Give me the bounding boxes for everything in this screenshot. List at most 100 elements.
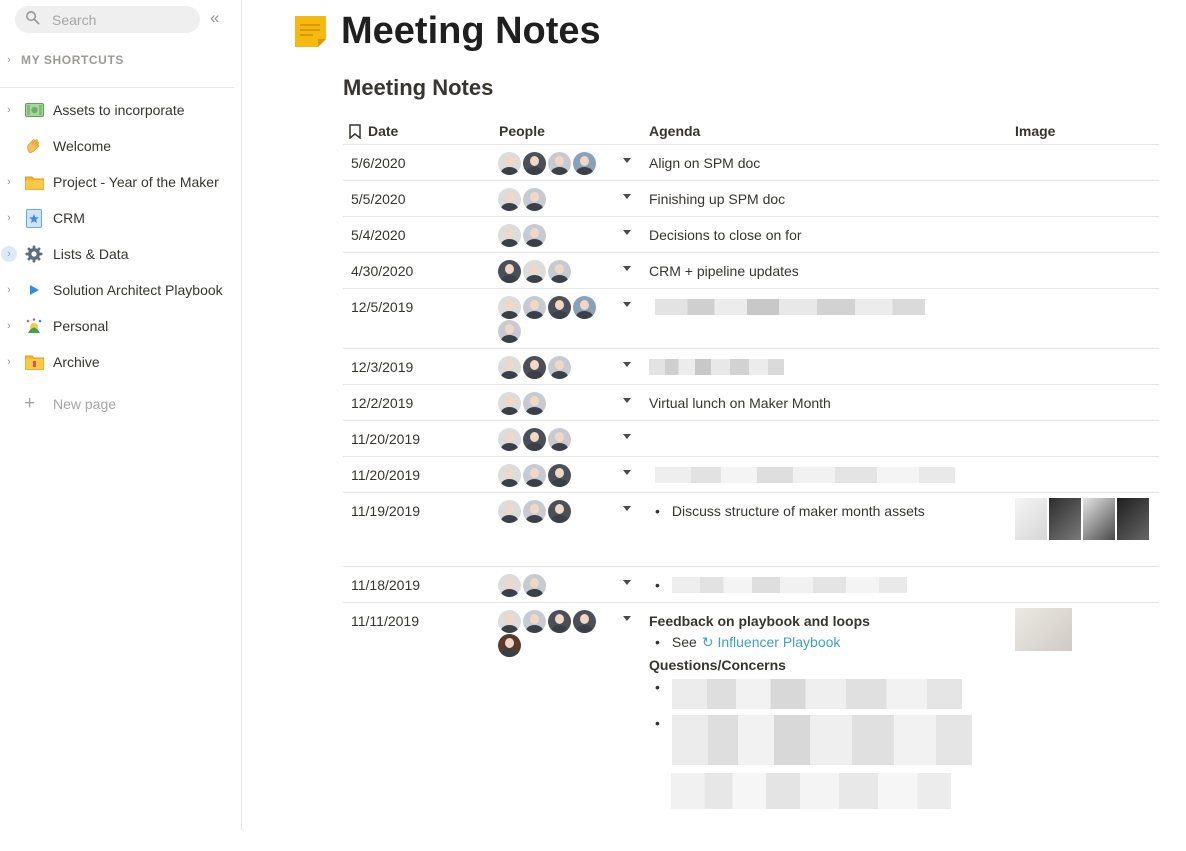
- sidebar-item-solution-architect-playbook[interactable]: › Solution Architect Playbook: [0, 277, 240, 303]
- table-row[interactable]: 11/20/2019: [343, 457, 1159, 493]
- shortcuts-section[interactable]: › MY SHORTCUTS: [0, 51, 240, 69]
- people-cell[interactable]: [498, 152, 603, 176]
- agenda-cell[interactable]: Decisions to close on for: [649, 227, 999, 243]
- table-row[interactable]: 5/4/2020 Decisions to close on for: [343, 217, 1159, 253]
- agenda-cell[interactable]: Feedback on playbook and loops • See ↻ I…: [649, 613, 999, 812]
- column-header-agenda[interactable]: Agenda: [649, 123, 700, 139]
- column-label: Date: [368, 123, 399, 139]
- chevron-right-icon[interactable]: ›: [2, 54, 16, 66]
- agenda-cell[interactable]: Virtual lunch on Maker Month: [649, 395, 999, 411]
- avatar: [573, 610, 596, 633]
- agenda-cell[interactable]: • Discuss structure of maker month assets: [649, 503, 999, 519]
- search-input[interactable]: Search: [15, 6, 200, 33]
- image-thumbnail[interactable]: [1015, 608, 1072, 651]
- sticky-note-icon[interactable]: [294, 15, 327, 48]
- chevron-down-icon[interactable]: [623, 194, 631, 199]
- table-row[interactable]: 12/2/2019 Virtual lunch on Maker Month: [343, 385, 1159, 421]
- people-cell[interactable]: [498, 392, 603, 416]
- date-cell: 4/30/2020: [351, 263, 414, 279]
- redacted-text: [671, 715, 972, 765]
- sidebar-item-archive[interactable]: › Archive: [0, 349, 240, 375]
- avatar: [498, 500, 521, 523]
- column-header-image[interactable]: Image: [1015, 123, 1055, 139]
- avatar: [498, 634, 521, 657]
- people-cell[interactable]: [498, 188, 603, 212]
- table-row[interactable]: 5/6/2020 Align on SPM doc: [343, 145, 1159, 181]
- table-row[interactable]: 11/18/2019 •: [343, 567, 1159, 603]
- chevron-down-icon[interactable]: [623, 362, 631, 367]
- new-page-button[interactable]: + New page: [24, 393, 116, 415]
- avatar: [498, 260, 521, 283]
- chevron-down-icon[interactable]: [623, 434, 631, 439]
- chevron-right-icon[interactable]: ›: [1, 354, 17, 370]
- chevron-down-icon[interactable]: [623, 302, 631, 307]
- chevron-right-icon[interactable]: ›: [1, 282, 17, 298]
- avatar: [523, 574, 546, 597]
- column-header-people[interactable]: People: [499, 123, 545, 139]
- table-row[interactable]: 11/20/2019: [343, 421, 1159, 457]
- sidebar-item-label: Assets to incorporate: [53, 102, 185, 118]
- sidebar-item-personal[interactable]: › Personal: [0, 313, 240, 339]
- agenda-cell[interactable]: Finishing up SPM doc: [649, 191, 999, 207]
- chevron-down-icon[interactable]: [623, 230, 631, 235]
- sidebar-item-project-year-of-maker[interactable]: › Project - Year of the Maker: [0, 169, 240, 195]
- agenda-cell[interactable]: Align on SPM doc: [649, 155, 999, 171]
- sidebar-item-lists-data[interactable]: › Lists & Data: [0, 241, 240, 267]
- sidebar-item-welcome[interactable]: Welcome: [0, 133, 240, 159]
- bookmark-icon: [349, 123, 361, 139]
- people-cell[interactable]: [498, 610, 603, 658]
- people-cell[interactable]: [498, 464, 603, 488]
- table-row[interactable]: 12/5/2019: [343, 289, 1159, 349]
- table-row[interactable]: 4/30/2020 CRM + pipeline updates: [343, 253, 1159, 289]
- bullet-icon: •: [655, 715, 660, 731]
- agenda-cell[interactable]: CRM + pipeline updates: [649, 263, 999, 279]
- chevron-down-icon[interactable]: [623, 616, 631, 621]
- image-thumbnail[interactable]: [1117, 498, 1149, 540]
- image-thumbnail[interactable]: [1083, 498, 1115, 540]
- chevron-down-icon[interactable]: [623, 266, 631, 271]
- collapse-sidebar-icon[interactable]: «: [210, 9, 228, 29]
- image-gallery[interactable]: [1015, 498, 1151, 540]
- chevron-down-icon[interactable]: [623, 398, 631, 403]
- people-cell[interactable]: [498, 224, 603, 248]
- agenda-cell-redacted[interactable]: [649, 299, 999, 318]
- people-cell[interactable]: [498, 574, 603, 598]
- new-page-label: New page: [53, 396, 117, 412]
- agenda-cell-redacted[interactable]: [649, 359, 999, 378]
- avatar: [548, 152, 571, 175]
- page-link[interactable]: ↻ Influencer Playbook: [702, 634, 841, 651]
- people-cell[interactable]: [498, 428, 603, 452]
- chevron-down-icon[interactable]: [623, 506, 631, 511]
- avatar: [498, 320, 521, 343]
- sidebar-item-assets[interactable]: › Assets to incorporate: [0, 97, 240, 123]
- chevron-right-icon[interactable]: ›: [1, 210, 17, 226]
- database-title[interactable]: Meeting Notes: [343, 75, 493, 101]
- people-cell[interactable]: [498, 356, 603, 380]
- table-row[interactable]: 5/5/2020 Finishing up SPM doc: [343, 181, 1159, 217]
- sidebar: Search « › MY SHORTCUTS › Assets to inco…: [0, 0, 242, 830]
- people-cell[interactable]: [498, 260, 603, 284]
- chevron-down-icon[interactable]: [623, 158, 631, 163]
- chevron-down-icon[interactable]: [623, 580, 631, 585]
- chevron-right-icon[interactable]: ›: [1, 174, 17, 190]
- column-label: Agenda: [649, 123, 701, 139]
- agenda-cell-redacted[interactable]: •: [649, 577, 999, 593]
- money-icon: [24, 100, 44, 120]
- table-row[interactable]: 11/11/2019 Feedback on playbook and loop…: [343, 603, 1159, 829]
- people-cell[interactable]: [498, 296, 603, 344]
- table-row[interactable]: 11/19/2019 • Discuss structure of maker m…: [343, 493, 1159, 567]
- avatar: [498, 224, 521, 247]
- column-header-date[interactable]: Date: [349, 123, 398, 139]
- people-cell[interactable]: [498, 500, 603, 524]
- sidebar-item-crm[interactable]: › CRM: [0, 205, 240, 231]
- chevron-right-icon[interactable]: ›: [1, 246, 17, 262]
- agenda-cell-redacted[interactable]: [649, 467, 999, 486]
- table-row[interactable]: 12/3/2019: [343, 349, 1159, 385]
- chevron-right-icon[interactable]: ›: [1, 102, 17, 118]
- image-gallery[interactable]: [1015, 608, 1074, 651]
- image-thumbnail[interactable]: [1015, 498, 1047, 540]
- chevron-right-icon[interactable]: ›: [1, 318, 17, 334]
- image-thumbnail[interactable]: [1049, 498, 1081, 540]
- page-title[interactable]: Meeting Notes: [341, 10, 601, 53]
- chevron-down-icon[interactable]: [623, 470, 631, 475]
